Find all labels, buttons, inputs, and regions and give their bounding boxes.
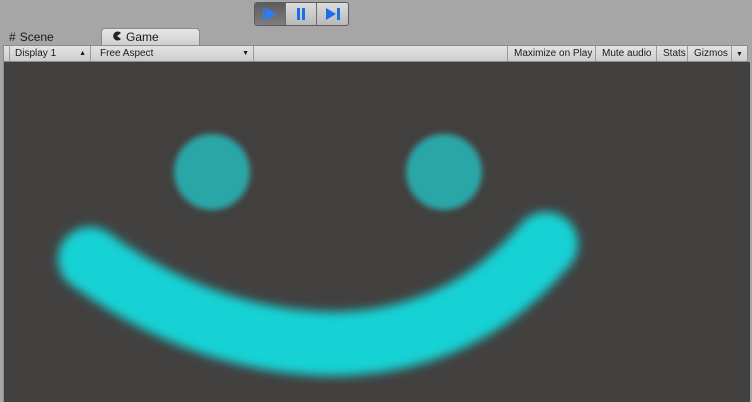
tab-strip: # Scene Game <box>0 28 752 68</box>
step-icon <box>325 8 340 20</box>
game-viewport[interactable] <box>3 62 750 402</box>
tab-game[interactable]: Game <box>101 28 200 45</box>
chevron-down-icon: ▼ <box>242 50 249 57</box>
mute-audio-toggle[interactable]: Mute audio <box>596 46 657 61</box>
tab-game-label: Game <box>126 30 159 44</box>
right-eye <box>406 134 482 210</box>
pause-button[interactable] <box>286 3 317 25</box>
display-dropdown-label: Display 1 <box>15 48 57 59</box>
grid-icon: # <box>9 29 16 44</box>
maximize-on-play-toggle[interactable]: Maximize on Play <box>508 46 596 61</box>
chevron-down-icon: ▼ <box>736 51 743 58</box>
pause-icon <box>297 8 305 20</box>
play-controls <box>254 2 349 26</box>
pacman-icon <box>112 30 122 44</box>
stats-label: Stats <box>663 48 686 59</box>
gizmos-label: Gizmos <box>694 48 728 59</box>
tab-scene[interactable]: # Scene <box>9 28 54 45</box>
game-toolbar: Display 1 ▲ Free Aspect ▼ Maximize on Pl… <box>3 45 748 62</box>
updown-arrow-icon: ▲ <box>79 50 86 57</box>
toolbar-spacer <box>254 46 508 61</box>
mute-audio-label: Mute audio <box>602 48 652 59</box>
tab-scene-label: Scene <box>19 29 54 44</box>
play-button[interactable] <box>255 3 286 25</box>
smiley-face-render <box>58 134 578 377</box>
left-eye <box>174 134 250 210</box>
gizmos-dropdown[interactable]: ▼ <box>732 46 747 61</box>
aspect-dropdown[interactable]: Free Aspect ▼ <box>94 46 254 61</box>
gizmos-button[interactable]: Gizmos <box>688 46 732 61</box>
maximize-on-play-label: Maximize on Play <box>514 48 593 59</box>
step-button[interactable] <box>317 3 348 25</box>
mouth <box>58 212 578 377</box>
play-icon <box>263 8 276 20</box>
stats-toggle[interactable]: Stats <box>657 46 688 61</box>
display-dropdown[interactable]: Display 1 ▲ <box>9 46 91 61</box>
aspect-dropdown-label: Free Aspect <box>100 48 154 59</box>
